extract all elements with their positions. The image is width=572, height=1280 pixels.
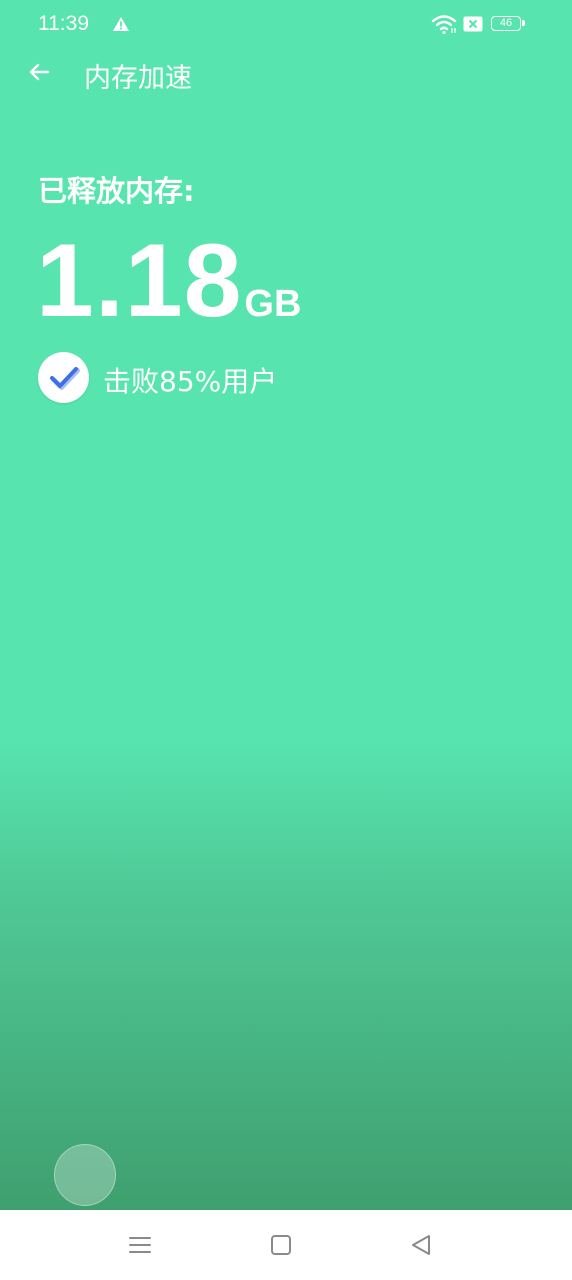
menu-icon[interactable] [127, 1232, 153, 1258]
status-bar: 11:39 46 [0, 0, 572, 50]
warning-icon [112, 16, 130, 32]
checkmark-icon [50, 367, 80, 390]
navigation-bar [0, 1210, 572, 1280]
wifi-icon [431, 13, 457, 35]
freed-memory-label: 已释放内存: [38, 174, 195, 208]
memory-boost-screen: 11:39 46 内存加速 已释放内存: 1.18GB 击败85%用户 [0, 0, 572, 1210]
page-title: 内存加速 [84, 63, 192, 94]
home-square-icon[interactable] [268, 1232, 294, 1258]
back-button[interactable] [24, 56, 56, 88]
freed-memory-unit: GB [244, 283, 302, 325]
freed-memory-value: 1.18 [36, 223, 243, 339]
battery-icon: 46 [491, 16, 525, 31]
floating-action-circle[interactable] [54, 1144, 116, 1206]
back-triangle-icon[interactable] [408, 1232, 434, 1258]
arrow-left-icon [29, 63, 50, 81]
check-badge [38, 352, 89, 403]
freed-memory-amount: 1.18GB [36, 226, 301, 336]
status-time: 11:39 [38, 12, 89, 35]
sim-card-icon [463, 16, 483, 32]
beat-users-text: 击败85%用户 [103, 365, 278, 398]
